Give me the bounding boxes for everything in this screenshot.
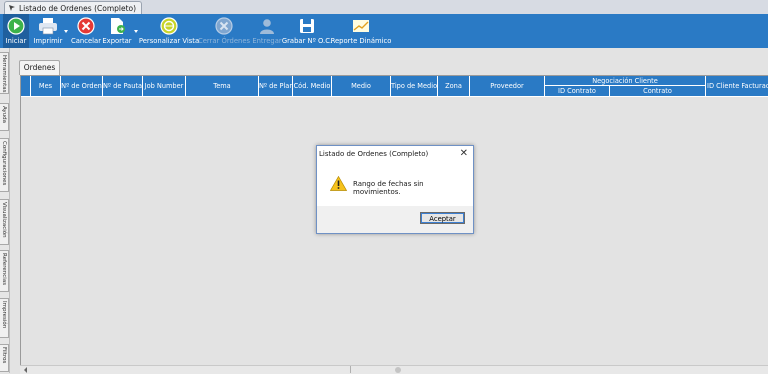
side-tab-configuraciones[interactable]: Configuraciones	[0, 138, 9, 192]
dialog-title-bar: Listado de Ordenes (Completo) ✕	[317, 146, 473, 162]
personalizar-label: Personalizar Vista	[138, 37, 200, 45]
side-tab-label: Ayuda	[1, 106, 7, 123]
side-tab-strip: Herramientas Ayuda Configuraciones Visua…	[0, 48, 10, 373]
column-group-negociacion-cliente: Negociación Cliente	[545, 76, 706, 86]
export-icon	[107, 16, 127, 36]
column-header-job-number[interactable]: Job Number	[143, 76, 186, 97]
user-icon	[257, 16, 277, 36]
entregar-button[interactable]: Entregar	[252, 14, 282, 48]
grabar-oc-label: Grabar Nº O.C.	[281, 37, 333, 45]
side-tab-filtros[interactable]: Filtros	[0, 344, 9, 372]
message-dialog: Listado de Ordenes (Completo) ✕ Rango de…	[316, 145, 474, 234]
scrollbar-thumb[interactable]	[395, 367, 401, 373]
column-header-num-plan[interactable]: Nº de Plan	[259, 76, 293, 97]
side-tab-label: Filtros	[1, 347, 7, 364]
dialog-message: Rango de fechas sin movimientos.	[353, 180, 424, 196]
side-tab-label: Impresión	[1, 301, 7, 329]
dialog-body: Rango de fechas sin movimientos.	[317, 162, 473, 206]
column-header-id-contrato[interactable]: ID Contrato	[545, 86, 610, 97]
column-header-proveedor[interactable]: Proveedor	[470, 76, 545, 97]
iniciar-label: Iniciar	[5, 37, 27, 45]
cerrar-ordenes-label: Cerrar Órdenes	[197, 37, 251, 45]
warning-icon	[330, 176, 347, 191]
side-tab-visualizacion[interactable]: Visualización	[0, 199, 9, 245]
column-header-num-orden[interactable]: Nº de Orden	[61, 76, 103, 97]
customize-view-icon	[159, 16, 179, 36]
exportar-label: Exportar	[102, 37, 132, 45]
title-bar: Listado de Ordenes (Completo)	[0, 0, 768, 14]
scroll-left-icon[interactable]	[23, 367, 28, 373]
column-header-id-cliente-facturacion[interactable]: ID Cliente Facturacion	[706, 76, 768, 97]
cancelar-button[interactable]: Cancelar	[71, 14, 101, 48]
side-tab-label: Configuraciones	[1, 141, 7, 186]
close-icon[interactable]: ✕	[460, 148, 468, 159]
side-tab-herramientas[interactable]: Herramientas	[0, 52, 9, 94]
reporte-dinamico-button[interactable]: Reporte Dinámico	[331, 14, 391, 48]
column-header-tema[interactable]: Tema	[186, 76, 259, 97]
save-icon	[297, 16, 317, 36]
entregar-label: Entregar	[252, 37, 282, 45]
column-header-medio[interactable]: Medio	[332, 76, 391, 97]
column-header-mes[interactable]: Mes	[31, 76, 61, 97]
side-tab-label: Herramientas	[1, 55, 7, 93]
column-header-cod-medio[interactable]: Cód. Medio	[293, 76, 332, 97]
exportar-dropdown-icon[interactable]	[134, 30, 138, 33]
side-tab-label: Visualización	[1, 202, 7, 238]
imprimir-button[interactable]: Imprimir	[34, 14, 62, 48]
imprimir-dropdown-icon[interactable]	[64, 30, 68, 33]
pin-icon	[9, 5, 15, 11]
exportar-button[interactable]: Exportar	[102, 14, 132, 48]
column-header-zona[interactable]: Zona	[438, 76, 470, 97]
cancel-icon	[76, 16, 96, 36]
cerrar-ordenes-button[interactable]: Cerrar Órdenes	[197, 14, 251, 48]
side-tab-ayuda[interactable]: Ayuda	[0, 103, 9, 131]
imprimir-label: Imprimir	[33, 37, 63, 45]
scrollbar-thumb-divider	[350, 366, 351, 373]
report-chart-icon	[351, 16, 371, 36]
close-orders-icon	[214, 16, 234, 36]
window-title: Listado de Ordenes (Completo)	[19, 3, 137, 13]
dialog-title: Listado de Ordenes (Completo)	[319, 150, 429, 158]
side-tab-label: Referencias	[1, 253, 7, 286]
iniciar-button[interactable]: Iniciar	[3, 14, 29, 48]
cancelar-label: Cancelar	[71, 37, 101, 45]
column-header-num-pauta[interactable]: Nº de Pauta	[103, 76, 143, 97]
personalizar-vista-button[interactable]: Personalizar Vista	[138, 14, 200, 48]
window-tab[interactable]: Listado de Ordenes (Completo)	[4, 1, 143, 14]
reporte-dinamico-label: Reporte Dinámico	[330, 37, 392, 45]
aceptar-button[interactable]: Aceptar	[420, 212, 465, 224]
column-header-tipo-medio[interactable]: Tipo de Medio	[391, 76, 438, 97]
side-tab-impresion[interactable]: Impresión	[0, 298, 9, 338]
side-tab-referencias[interactable]: Referencias	[0, 250, 9, 292]
printer-icon	[38, 16, 58, 36]
row-selector-header	[21, 76, 31, 97]
grabar-oc-button[interactable]: Grabar Nº O.C.	[281, 14, 333, 48]
toolbar-ribbon: Iniciar Imprimir Cancelar Exportar Perso…	[0, 14, 768, 48]
column-header-contrato[interactable]: Contrato	[610, 86, 706, 97]
tab-ordenes[interactable]: Ordenes	[19, 60, 60, 75]
play-icon	[6, 16, 26, 36]
